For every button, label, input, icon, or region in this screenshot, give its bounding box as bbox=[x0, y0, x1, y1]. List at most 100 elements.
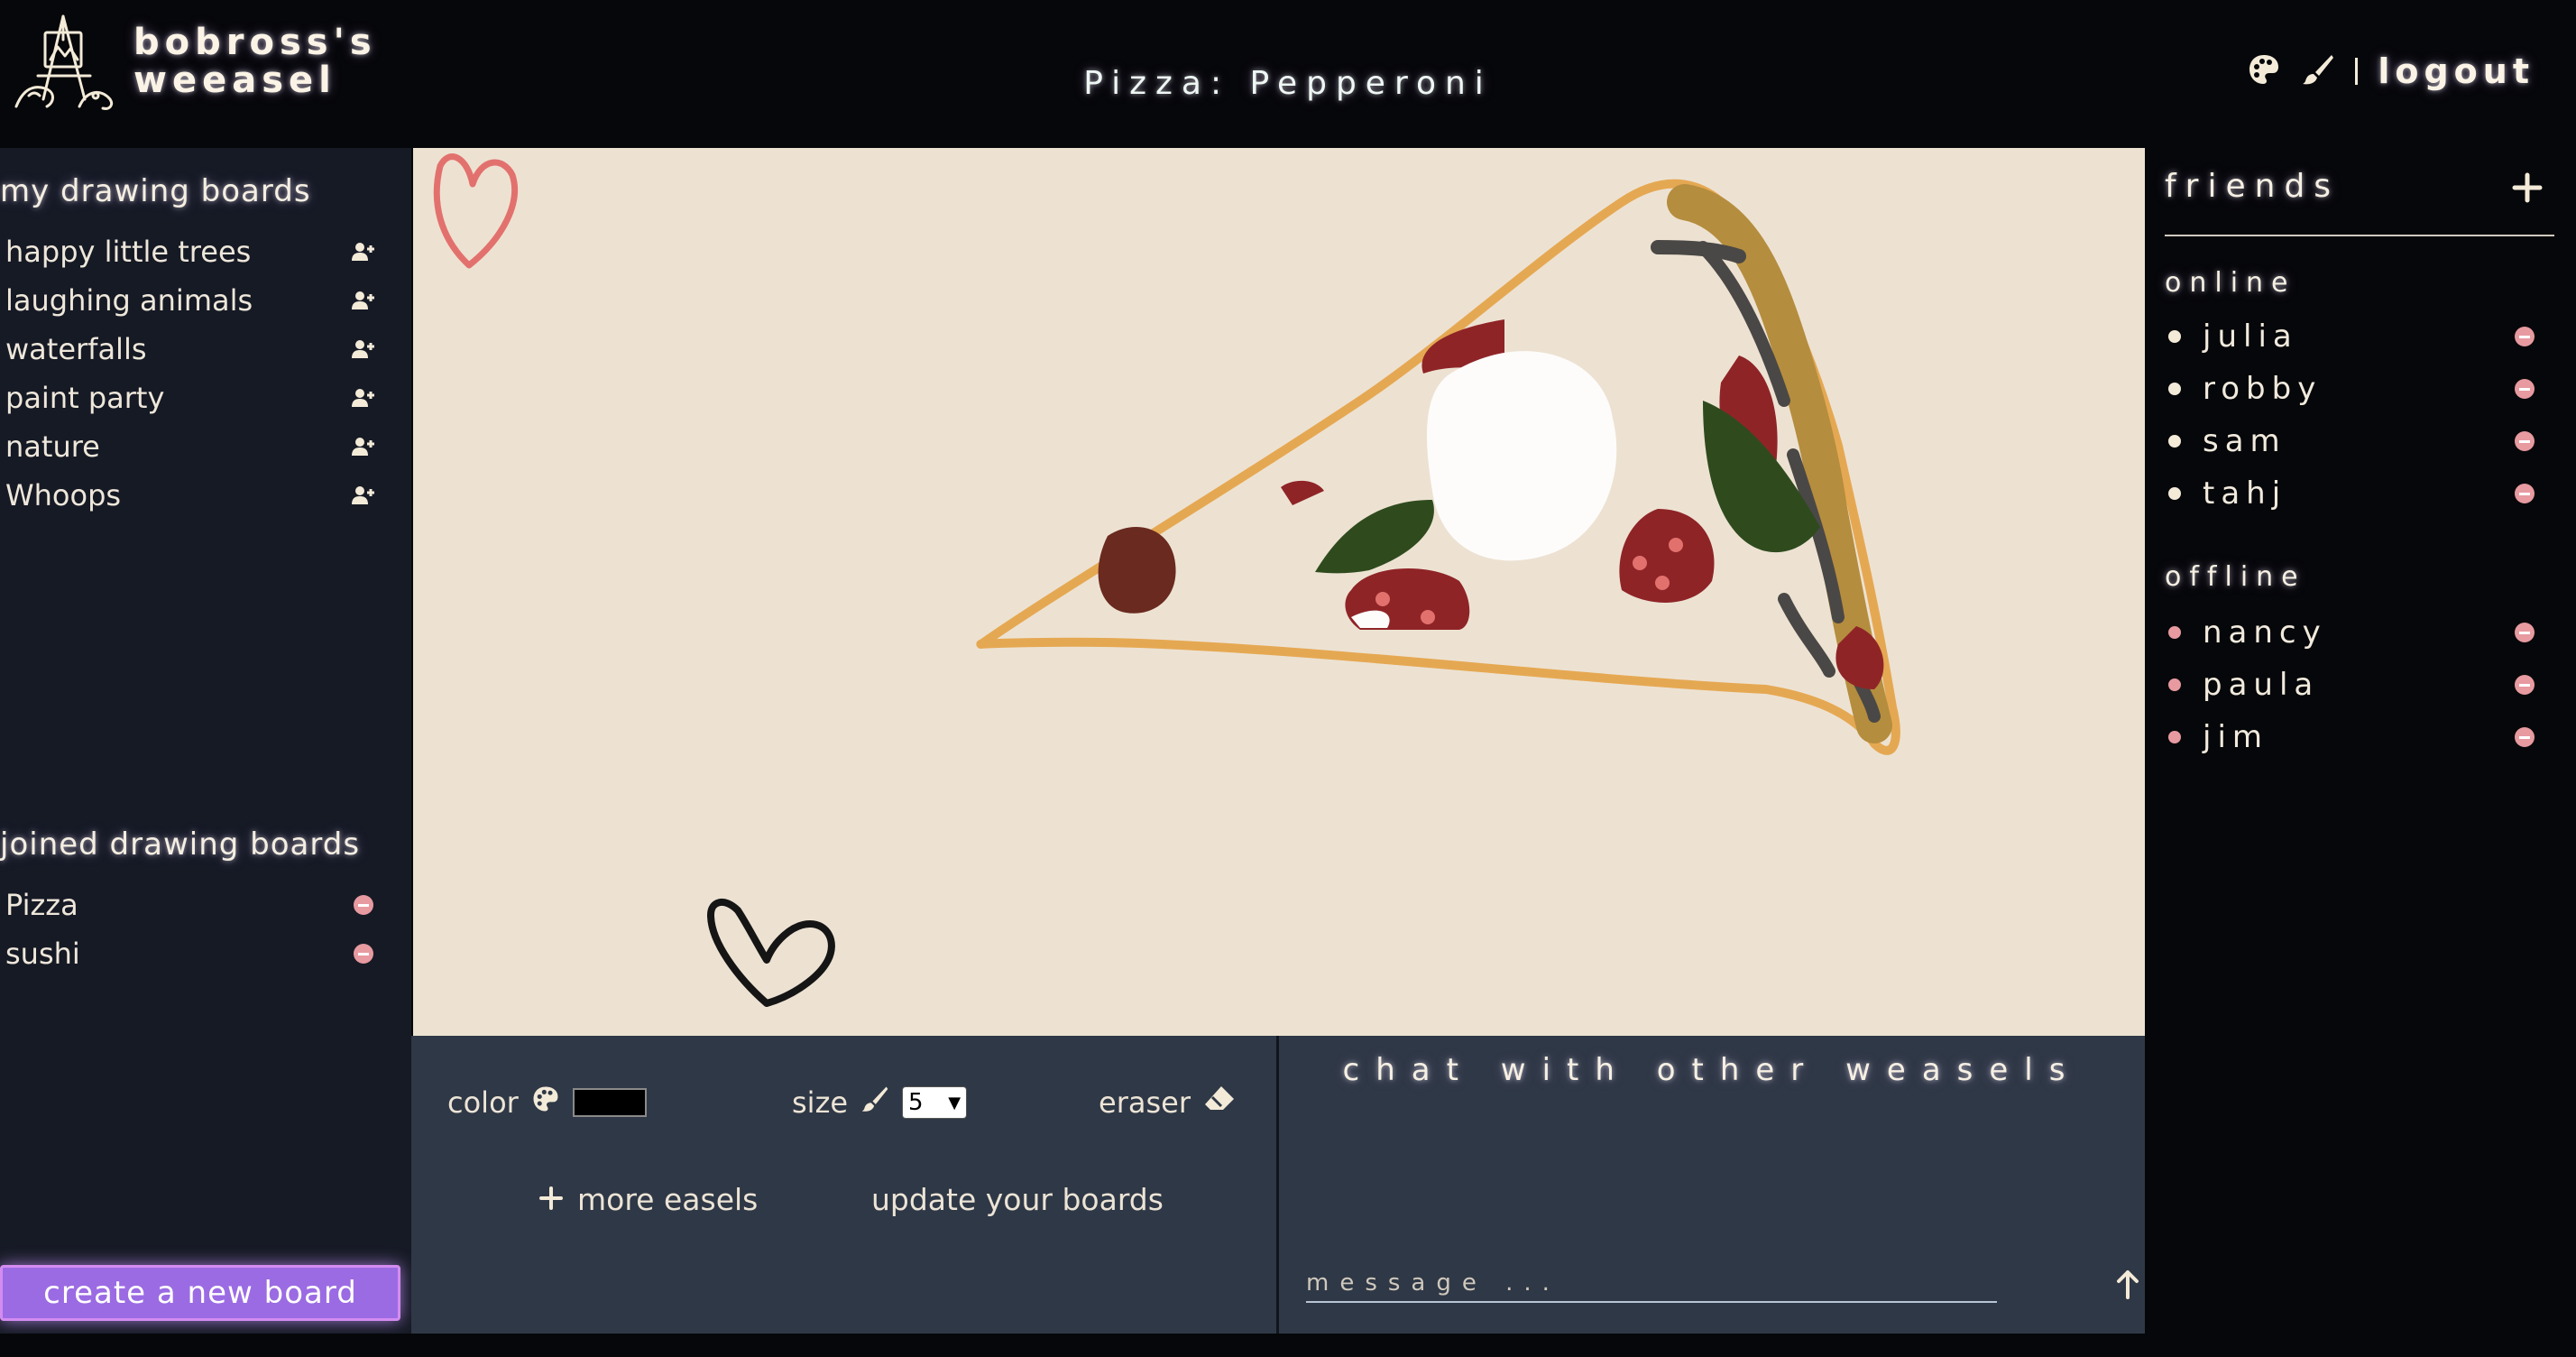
offline-status-dot bbox=[2168, 626, 2181, 639]
color-swatch[interactable] bbox=[572, 1088, 647, 1117]
online-status-dot bbox=[2168, 383, 2181, 395]
my-boards-list: happy little trees laughing animals wate… bbox=[5, 227, 375, 520]
online-status-dot bbox=[2168, 435, 2181, 448]
list-item[interactable]: paint party bbox=[5, 374, 375, 422]
online-heading: online bbox=[2165, 267, 2296, 299]
remove-icon[interactable] bbox=[2515, 379, 2535, 399]
add-user-icon[interactable] bbox=[352, 289, 375, 312]
remove-icon[interactable] bbox=[2515, 675, 2535, 695]
friend-name: sam bbox=[2203, 423, 2286, 459]
friends-title: friends bbox=[2165, 168, 2341, 205]
list-item[interactable]: waterfalls bbox=[5, 325, 375, 374]
friend-item[interactable]: robby bbox=[2165, 363, 2535, 415]
plus-icon bbox=[539, 1182, 563, 1217]
remove-icon[interactable] bbox=[2515, 327, 2535, 346]
add-user-icon[interactable] bbox=[352, 240, 375, 263]
send-arrow-icon[interactable] bbox=[2114, 1265, 2141, 1301]
friend-item[interactable]: tahj bbox=[2165, 467, 2535, 520]
friend-name: julia bbox=[2203, 318, 2298, 355]
more-easels-button[interactable]: more easels bbox=[539, 1182, 758, 1217]
chat-message-input[interactable] bbox=[1306, 1265, 1997, 1303]
remove-icon[interactable] bbox=[2515, 484, 2535, 503]
chat-panel: chat with other weasels bbox=[1279, 1036, 2145, 1334]
board-label: paint party bbox=[5, 381, 165, 415]
size-label: size bbox=[792, 1085, 849, 1120]
bottom-strip bbox=[0, 1334, 2576, 1357]
list-item[interactable]: laughing animals bbox=[5, 276, 375, 325]
list-item[interactable]: Pizza bbox=[5, 881, 375, 929]
palette-icon bbox=[531, 1085, 560, 1121]
drawing-canvas[interactable] bbox=[413, 148, 2145, 1036]
app-name-line1: bobross's bbox=[133, 22, 377, 63]
remove-icon[interactable] bbox=[2515, 623, 2535, 642]
update-boards-button[interactable]: update your boards bbox=[871, 1182, 1164, 1217]
remove-icon[interactable] bbox=[352, 942, 375, 965]
logout-link[interactable]: logout bbox=[2378, 51, 2535, 91]
board-label: Pizza bbox=[5, 888, 78, 922]
remove-icon[interactable] bbox=[2515, 431, 2535, 451]
online-friends-list: julia robby sam tahj bbox=[2165, 310, 2535, 520]
header: bobross's weeasel Pizza: Pepperoni logou… bbox=[0, 0, 2576, 148]
brush-icon bbox=[860, 1085, 889, 1121]
friend-name: robby bbox=[2203, 371, 2323, 407]
header-divider bbox=[2355, 58, 2359, 85]
offline-status-dot bbox=[2168, 731, 2181, 743]
offline-status-dot bbox=[2168, 678, 2181, 691]
friend-item[interactable]: nancy bbox=[2165, 606, 2535, 659]
friend-name: jim bbox=[2203, 719, 2269, 755]
online-status-dot bbox=[2168, 487, 2181, 500]
friend-item[interactable]: sam bbox=[2165, 415, 2535, 467]
friend-name: nancy bbox=[2203, 614, 2327, 651]
size-tool: size 5 ▼ bbox=[792, 1085, 968, 1121]
color-tool[interactable]: color bbox=[447, 1085, 647, 1121]
tools-panel: color size 5 ▼ eraser more easels update… bbox=[411, 1036, 1277, 1334]
create-board-button[interactable]: create a new board bbox=[0, 1265, 400, 1321]
friend-item[interactable]: jim bbox=[2165, 711, 2535, 763]
eraser-tool[interactable]: eraser bbox=[1099, 1085, 1236, 1121]
chat-title: chat with other weasels bbox=[1342, 1052, 2082, 1088]
add-user-icon[interactable] bbox=[352, 435, 375, 458]
board-label: sushi bbox=[5, 937, 80, 971]
my-boards-heading: my drawing boards bbox=[0, 173, 311, 209]
joined-boards-list: Pizza sushi bbox=[5, 881, 375, 978]
header-actions: logout bbox=[2247, 49, 2535, 94]
friend-item[interactable]: paula bbox=[2165, 659, 2535, 711]
size-value: 5 bbox=[908, 1089, 924, 1116]
friends-divider bbox=[2165, 235, 2554, 236]
add-friend-button[interactable] bbox=[2507, 168, 2547, 208]
board-label: laughing animals bbox=[5, 283, 253, 318]
list-item[interactable]: nature bbox=[5, 422, 375, 471]
canvas-drawing bbox=[433, 153, 1900, 1007]
add-user-icon[interactable] bbox=[352, 484, 375, 507]
plus-icon bbox=[2512, 172, 2543, 203]
friends-panel: friends online julia robby sam tahj offl… bbox=[2145, 148, 2576, 1334]
eraser-label: eraser bbox=[1099, 1085, 1191, 1120]
friend-name: paula bbox=[2203, 667, 2320, 703]
online-status-dot bbox=[2168, 330, 2181, 343]
chevron-down-icon: ▼ bbox=[948, 1093, 961, 1112]
size-select[interactable]: 5 ▼ bbox=[902, 1086, 968, 1119]
color-label: color bbox=[447, 1085, 519, 1120]
list-item[interactable]: Whoops bbox=[5, 471, 375, 520]
add-user-icon[interactable] bbox=[352, 337, 375, 361]
board-label: Whoops bbox=[5, 478, 122, 512]
page-title: Pizza: Pepperoni bbox=[1083, 65, 1493, 102]
remove-icon[interactable] bbox=[2515, 727, 2535, 747]
remove-icon[interactable] bbox=[352, 893, 375, 917]
offline-heading: offline bbox=[2165, 561, 2306, 593]
sidebar: my drawing boards happy little trees lau… bbox=[0, 148, 411, 1334]
board-label: happy little trees bbox=[5, 235, 252, 269]
list-item[interactable]: happy little trees bbox=[5, 227, 375, 276]
more-easels-label: more easels bbox=[577, 1182, 759, 1217]
joined-boards-heading: joined drawing boards bbox=[0, 826, 361, 863]
offline-friends-list: nancy paula jim bbox=[2165, 606, 2535, 763]
palette-icon[interactable] bbox=[2247, 52, 2281, 90]
friend-item[interactable]: julia bbox=[2165, 310, 2535, 363]
list-item[interactable]: sushi bbox=[5, 929, 375, 978]
board-label: waterfalls bbox=[5, 332, 147, 366]
add-user-icon[interactable] bbox=[352, 386, 375, 410]
brush-icon[interactable] bbox=[2301, 52, 2335, 90]
eraser-icon bbox=[1203, 1085, 1236, 1121]
board-label: nature bbox=[5, 429, 100, 464]
friend-name: tahj bbox=[2203, 475, 2287, 512]
